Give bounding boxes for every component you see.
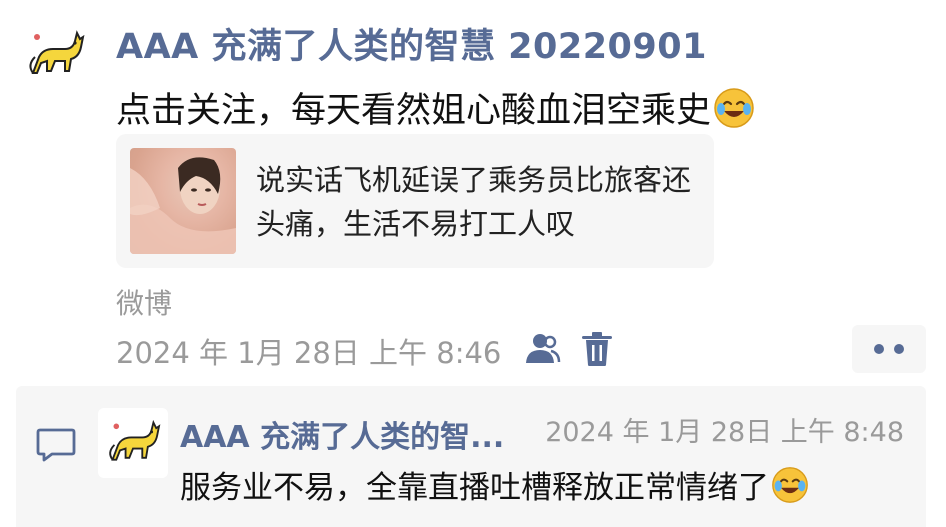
trash-icon[interactable] bbox=[580, 330, 614, 368]
post-text-content: 点击关注，每天看然姐心酸血泪空乘史 bbox=[116, 91, 712, 131]
comment-time: 2024 年 1月 28日 上午 8:48 bbox=[545, 417, 904, 448]
comment-icon bbox=[36, 428, 76, 462]
comment-text: 服务业不易，全靠直播吐槽释放正常情绪了 bbox=[180, 462, 809, 507]
link-thumbnail bbox=[130, 148, 236, 254]
face-with-tears-of-joy-icon bbox=[772, 466, 808, 503]
commenter-avatar[interactable] bbox=[98, 408, 168, 478]
cat-avatar-icon bbox=[109, 419, 161, 461]
more-icon-dot bbox=[894, 344, 904, 354]
link-card[interactable]: 说实话飞机延误了乘务员比旅客还头痛，生活不易打工人叹 bbox=[116, 134, 714, 268]
post-source[interactable]: 微博 bbox=[116, 282, 172, 322]
more-icon bbox=[874, 344, 884, 354]
cat-avatar-icon bbox=[29, 30, 85, 74]
post-text: 点击关注，每天看然姐心酸血泪空乘史 bbox=[116, 82, 755, 133]
people-icon[interactable] bbox=[523, 330, 561, 368]
face-with-tears-of-joy-icon bbox=[714, 87, 754, 128]
comment-text-content: 服务业不易，全靠直播吐槽释放正常情绪了 bbox=[180, 470, 769, 506]
author-avatar[interactable] bbox=[22, 22, 88, 88]
post-author[interactable]: AAA 充满了人类的智慧 20220901 bbox=[116, 18, 707, 69]
post-time: 2024 年 1月 28日 上午 8:46 bbox=[116, 336, 502, 370]
portrait-image bbox=[130, 157, 236, 254]
link-card-title: 说实话飞机延误了乘务员比旅客还头痛，生活不易打工人叹 bbox=[256, 163, 692, 241]
comment-section: AAA 充满了人类的智... 2024 年 1月 28日 上午 8:48 服务业… bbox=[16, 386, 926, 527]
commenter-name[interactable]: AAA 充满了人类的智... bbox=[180, 412, 504, 456]
more-button[interactable] bbox=[852, 325, 926, 373]
